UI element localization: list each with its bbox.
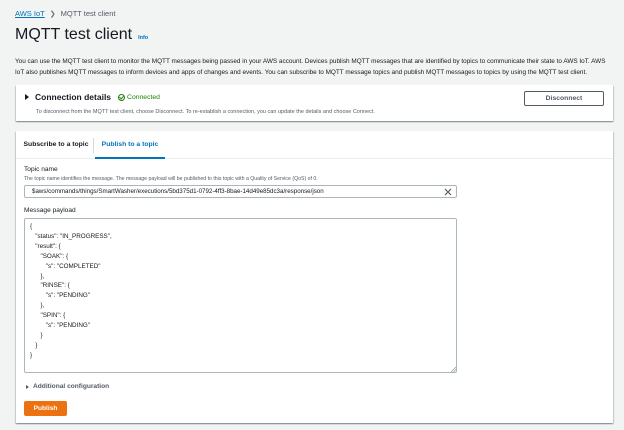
caret-right-icon	[26, 384, 29, 389]
connection-help-text: To disconnect from the MQTT test client,…	[36, 109, 375, 115]
tab-publish[interactable]: Publish to a topic	[95, 131, 165, 159]
tab-subscribe[interactable]: Subscribe to a topic	[18, 131, 94, 158]
additional-configuration-toggle[interactable]: Additional configuration	[26, 383, 109, 390]
resize-grip-icon[interactable]	[451, 367, 456, 372]
tab-divider	[93, 138, 94, 153]
tab-bar: Subscribe to a topic Publish to a topic	[16, 131, 613, 159]
clear-icon[interactable]	[444, 188, 452, 196]
disconnect-button[interactable]: Disconnect	[524, 91, 604, 106]
connection-details-title: Connection details	[35, 92, 112, 102]
caret-right-icon	[25, 94, 29, 100]
breadcrumb-current: MQTT test client	[60, 9, 116, 18]
page-description: You can use the MQTT test client to moni…	[15, 58, 606, 76]
topic-name-label: Topic name	[24, 166, 58, 173]
connection-status: Connected	[118, 93, 160, 101]
chevron-right-icon: ❯	[49, 10, 56, 18]
connection-details-panel: Connection details Connected To disconne…	[16, 85, 613, 121]
breadcrumb-link-aws-iot[interactable]: AWS IoT	[15, 9, 45, 18]
connection-status-text: Connected	[127, 93, 160, 101]
mqtt-client-panel: Subscribe to a topic Publish to a topic …	[16, 131, 613, 423]
topic-name-description: The topic name identifies the message. T…	[24, 176, 318, 182]
info-link[interactable]: Info	[138, 35, 148, 41]
additional-configuration-label: Additional configuration	[33, 383, 110, 390]
page-header: MQTT test client Info	[15, 26, 148, 44]
message-payload-textarea[interactable]: { "status": "IN_PROGRESS", "result": { "…	[24, 218, 457, 373]
breadcrumb: AWS IoT ❯ MQTT test client	[15, 9, 115, 18]
topic-name-input[interactable]	[24, 185, 457, 198]
page-title: MQTT test client	[15, 26, 133, 43]
message-payload-label: Message payload	[24, 207, 76, 214]
connection-details-toggle[interactable]: Connection details Connected	[25, 92, 160, 102]
check-circle-icon	[118, 93, 126, 101]
publish-button[interactable]: Publish	[24, 401, 67, 416]
